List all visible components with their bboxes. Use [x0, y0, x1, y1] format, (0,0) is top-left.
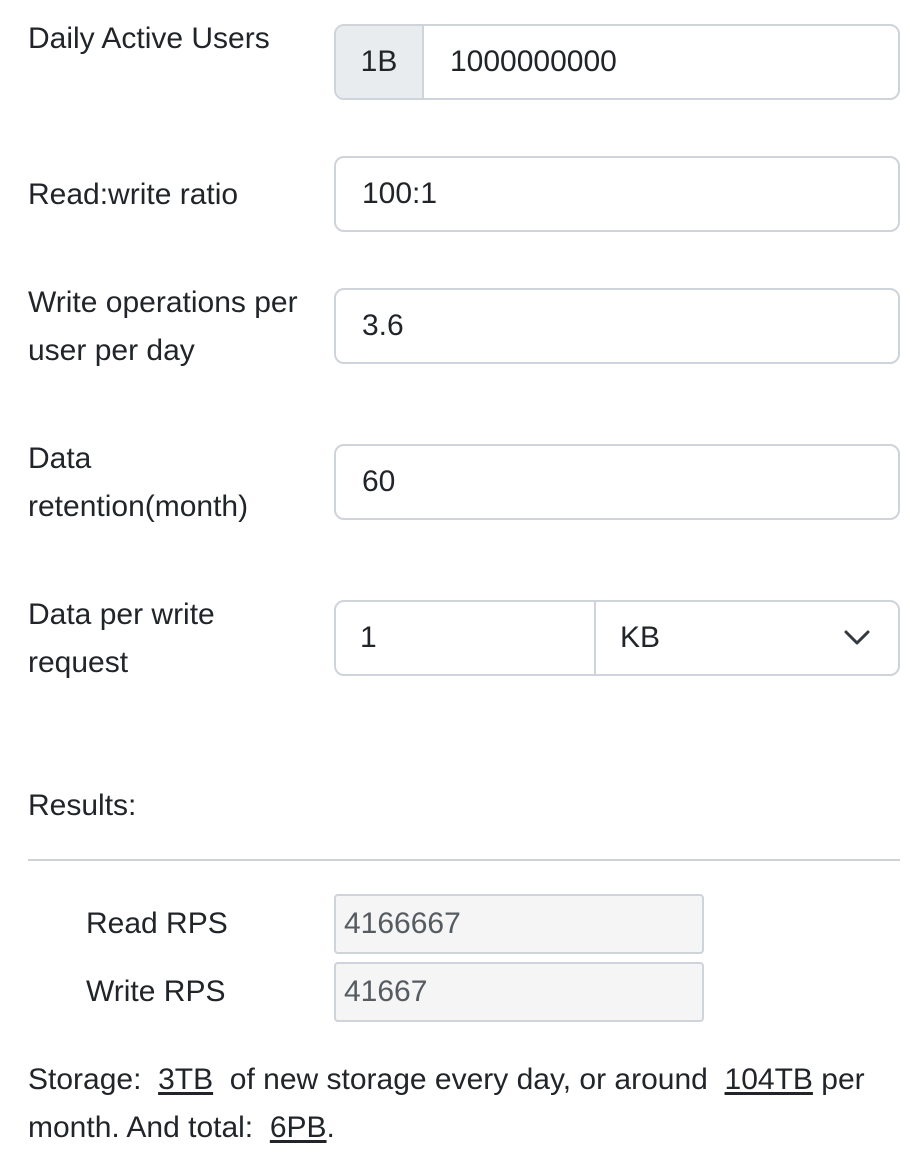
storage-prefix: Storage: [28, 1063, 142, 1096]
read-rps-label: Read RPS [86, 907, 228, 940]
storage-monthly: 104TB [724, 1063, 813, 1096]
data-per-write-input-group: 1 KB [334, 600, 900, 676]
data-per-write-unit-select[interactable]: KB [596, 602, 898, 674]
data-per-write-input[interactable]: 1 [336, 621, 377, 655]
write-rps-label: Write RPS [86, 975, 226, 1008]
read-write-ratio-input[interactable]: 100:1 [336, 177, 437, 211]
storage-summary: Storage: 3TB of new storage every day, o… [28, 1056, 900, 1152]
unit-select-value: KB [620, 621, 661, 654]
results-divider [28, 859, 900, 861]
storage-end: . [326, 1111, 335, 1144]
chevron-down-icon [844, 630, 870, 645]
read-write-ratio-input-box[interactable]: 100:1 [334, 156, 900, 232]
read-rps-output: 4166667 [334, 894, 704, 954]
retention-input-box[interactable]: 60 [334, 444, 900, 520]
read-write-ratio-label: Read:write ratio [28, 178, 239, 211]
write-ops-label: Write operations per user per day [28, 286, 298, 367]
write-ops-input[interactable]: 3.6 [336, 309, 404, 343]
write-rps-output: 41667 [334, 962, 704, 1022]
data-per-write-label: Data per write request [28, 598, 215, 679]
read-rps-value: 4166667 [344, 907, 461, 940]
storage-daily: 3TB [158, 1063, 214, 1096]
write-ops-input-box[interactable]: 3.6 [334, 288, 900, 364]
storage-mid-text: of new storage every day, or around [229, 1063, 708, 1096]
results-title: Results: [28, 789, 137, 822]
dau-label: Daily Active Users [28, 22, 270, 55]
write-rps-value: 41667 [344, 975, 428, 1008]
storage-total: 6PB [269, 1111, 327, 1144]
retention-input[interactable]: 60 [336, 465, 395, 499]
dau-input-group[interactable]: 1B 1000000000 [334, 24, 900, 100]
dau-prefix: 1B [336, 26, 424, 98]
retention-label: Data retention(month) [28, 442, 249, 523]
dau-input[interactable]: 1000000000 [424, 45, 617, 79]
data-per-write-value-box[interactable]: 1 [336, 602, 596, 674]
